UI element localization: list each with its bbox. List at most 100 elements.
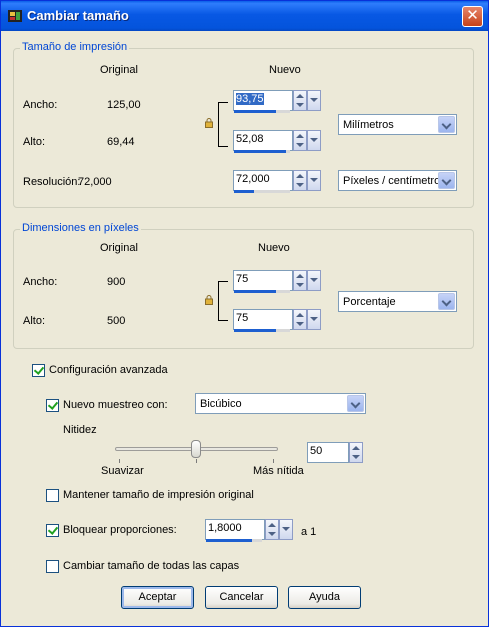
cancel-button[interactable]: Cancelar: [205, 586, 278, 609]
pixel-width-label: Ancho:: [23, 276, 58, 288]
print-original-header: Original: [100, 64, 138, 76]
chevron-down-icon: [441, 296, 452, 307]
resample-method-select[interactable]: Bicúbico: [195, 393, 366, 414]
close-button[interactable]: ✕: [462, 6, 483, 27]
sharpness-label: Nitidez: [63, 424, 97, 436]
sharpness-stepper[interactable]: [349, 442, 363, 463]
pixel-height-spinner[interactable]: 75: [233, 309, 321, 333]
arrow-up-icon: [268, 523, 276, 527]
resample-method-value: Bicúbico: [200, 398, 242, 410]
print-width-dropdown-button[interactable]: [307, 90, 321, 111]
chevron-down-icon: [310, 178, 318, 182]
lock-icon: [205, 118, 213, 128]
window-title: Cambiar tamaño: [27, 8, 129, 23]
sharpness-input[interactable]: 50: [307, 442, 349, 463]
pixel-link-bracket: [218, 281, 228, 321]
advanced-settings-checkbox[interactable]: [32, 364, 45, 377]
pixel-unit-value: Porcentaje: [343, 296, 396, 308]
print-link-bracket: [218, 102, 228, 147]
pixel-height-original: 500: [107, 315, 126, 327]
checkmark-icon: [47, 399, 59, 410]
pixel-height-stepper[interactable]: [293, 309, 307, 330]
chevron-down-icon: [350, 398, 361, 409]
sharpness-slider-thumb[interactable]: [191, 440, 201, 458]
arrow-up-icon: [352, 446, 360, 450]
chevron-down-icon: [310, 138, 318, 142]
pixel-width-input[interactable]: 75: [233, 270, 293, 291]
chevron-down-icon: [310, 317, 318, 321]
resolution-stepper[interactable]: [293, 170, 307, 191]
ratio-dropdown-button[interactable]: [279, 519, 293, 540]
print-height-spinner[interactable]: 52,08: [233, 130, 321, 154]
pixel-unit-dropdown-button[interactable]: [438, 293, 455, 310]
advanced-settings-label[interactable]: Configuración avanzada: [49, 364, 168, 376]
print-width-original: 125,00: [107, 99, 141, 111]
close-icon: ✕: [466, 7, 479, 24]
pixel-unit-select[interactable]: Porcentaje: [338, 291, 457, 312]
slider-tick: [196, 459, 197, 463]
dialog-body: Tamaño de impresión Original Nuevo Ancho…: [4, 31, 485, 623]
sharpness-spinner[interactable]: 50: [307, 442, 365, 466]
arrow-down-icon: [296, 322, 304, 326]
resolution-dropdown-button[interactable]: [307, 170, 321, 191]
print-height-original: 69,44: [107, 136, 135, 148]
resolution-input[interactable]: 72,000: [233, 170, 293, 191]
chevron-down-icon: [441, 175, 452, 186]
slider-tick: [119, 459, 120, 463]
arrow-up-icon: [296, 174, 304, 178]
pixel-width-original: 900: [107, 276, 126, 288]
print-width-spinner[interactable]: 93,75: [233, 90, 321, 114]
ratio-spinner[interactable]: 1,8000: [205, 519, 293, 543]
resolution-original: 72,000: [78, 176, 112, 188]
ratio-input[interactable]: 1,8000: [205, 519, 265, 540]
print-height-stepper[interactable]: [293, 130, 307, 151]
ratio-suffix: a 1: [301, 526, 317, 538]
chevron-down-icon: [310, 98, 318, 102]
print-height-input[interactable]: 52,08: [233, 130, 293, 151]
pixel-height-label: Alto:: [23, 315, 46, 327]
print-size-legend: Tamaño de impresión: [20, 41, 130, 53]
arrow-down-icon: [296, 143, 304, 147]
resolution-unit-dropdown-button[interactable]: [438, 172, 455, 189]
pixel-height-input[interactable]: 75: [233, 309, 293, 330]
print-height-label: Alto:: [23, 136, 46, 148]
chevron-down-icon: [282, 527, 290, 531]
print-width-input[interactable]: 93,75: [233, 90, 293, 111]
chevron-down-icon: [310, 278, 318, 282]
title-bar[interactable]: Cambiar tamaño ✕: [1, 1, 488, 31]
arrow-down-icon: [268, 532, 276, 536]
pixel-width-dropdown-button[interactable]: [307, 270, 321, 291]
keep-print-size-label[interactable]: Mantener tamaño de impresión original: [63, 489, 254, 501]
keep-print-size-checkbox[interactable]: [46, 489, 59, 502]
pixel-width-spinner[interactable]: 75: [233, 270, 321, 294]
lock-ratio-label[interactable]: Bloquear proporciones:: [63, 524, 177, 536]
resolution-unit-select[interactable]: Píxeles / centímetro: [338, 170, 457, 191]
resize-dialog: Cambiar tamaño ✕ Tamaño de impresión Ori…: [0, 0, 489, 627]
ok-button[interactable]: Aceptar: [121, 586, 194, 609]
pixel-width-stepper[interactable]: [293, 270, 307, 291]
pixel-height-dropdown-button[interactable]: [307, 309, 321, 330]
pixel-original-header: Original: [100, 242, 138, 254]
print-height-dropdown-button[interactable]: [307, 130, 321, 151]
arrow-up-icon: [296, 94, 304, 98]
print-width-stepper[interactable]: [293, 90, 307, 111]
print-width-label: Ancho:: [23, 99, 58, 111]
print-unit-select[interactable]: Milímetros: [338, 114, 457, 135]
all-layers-label[interactable]: Cambiar tamaño de todas las capas: [63, 560, 239, 572]
arrow-down-icon: [296, 283, 304, 287]
checkmark-icon: [33, 364, 45, 375]
resample-label[interactable]: Nuevo muestreo con:: [63, 399, 168, 411]
chevron-down-icon: [441, 119, 452, 130]
arrow-up-icon: [296, 313, 304, 317]
resample-checkbox[interactable]: [46, 399, 59, 412]
resolution-spinner[interactable]: 72,000: [233, 170, 321, 194]
print-unit-dropdown-button[interactable]: [438, 116, 455, 133]
resample-method-dropdown-button[interactable]: [347, 395, 364, 412]
lock-ratio-checkbox[interactable]: [46, 524, 59, 537]
all-layers-checkbox[interactable]: [46, 560, 59, 573]
ratio-stepper[interactable]: [265, 519, 279, 540]
help-button[interactable]: Ayuda: [288, 586, 361, 609]
pixel-dimensions-group: Dimensiones en píxeles Original Nuevo An…: [13, 222, 474, 349]
pixel-dimensions-legend: Dimensiones en píxeles: [20, 222, 141, 234]
arrow-down-icon: [296, 103, 304, 107]
